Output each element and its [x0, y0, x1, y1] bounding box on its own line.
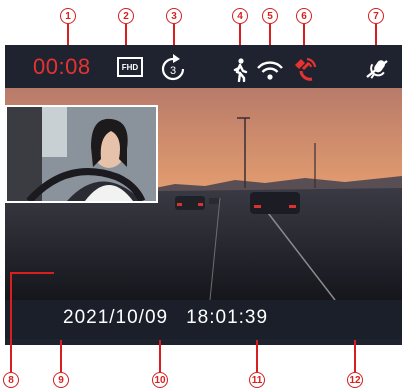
loop-recording-icon: 3	[161, 54, 185, 81]
timestamp-overlay: 2021/10/09 18:01:39	[63, 307, 268, 329]
callout-4: 4	[232, 8, 248, 24]
callout-7: 7	[368, 8, 384, 24]
interior-camera-pip[interactable]	[5, 105, 158, 203]
driver-image	[7, 107, 156, 201]
callout-3: 3	[166, 8, 182, 24]
mic-muted-icon	[366, 60, 388, 79]
callout-9: 9	[53, 372, 69, 388]
callout-1: 1	[60, 8, 76, 24]
callout-6: 6	[296, 8, 312, 24]
gps-icon	[295, 57, 317, 81]
callout-11: 11	[249, 372, 265, 388]
parking-monitor-icon	[233, 58, 248, 82]
date-text: 2021/10/09	[63, 307, 169, 328]
bottom-control-bar	[5, 339, 402, 345]
callout-5: 5	[262, 8, 278, 24]
recording-time: 00:08	[33, 54, 91, 79]
status-bar: 00:08 FHD 3	[5, 45, 402, 88]
time-text: 18:01:39	[186, 307, 269, 328]
video-feed	[5, 88, 402, 300]
dashcam-screen: 00:08 FHD 3 2021/10/09 18:01:39	[5, 45, 402, 345]
resolution-badge: FHD	[117, 57, 143, 77]
callout-8: 8	[3, 372, 19, 388]
callout-12: 12	[347, 372, 363, 388]
loop-minutes: 3	[170, 65, 176, 77]
callout-2: 2	[118, 8, 134, 24]
wifi-icon	[257, 61, 283, 80]
callout-10: 10	[152, 372, 168, 388]
